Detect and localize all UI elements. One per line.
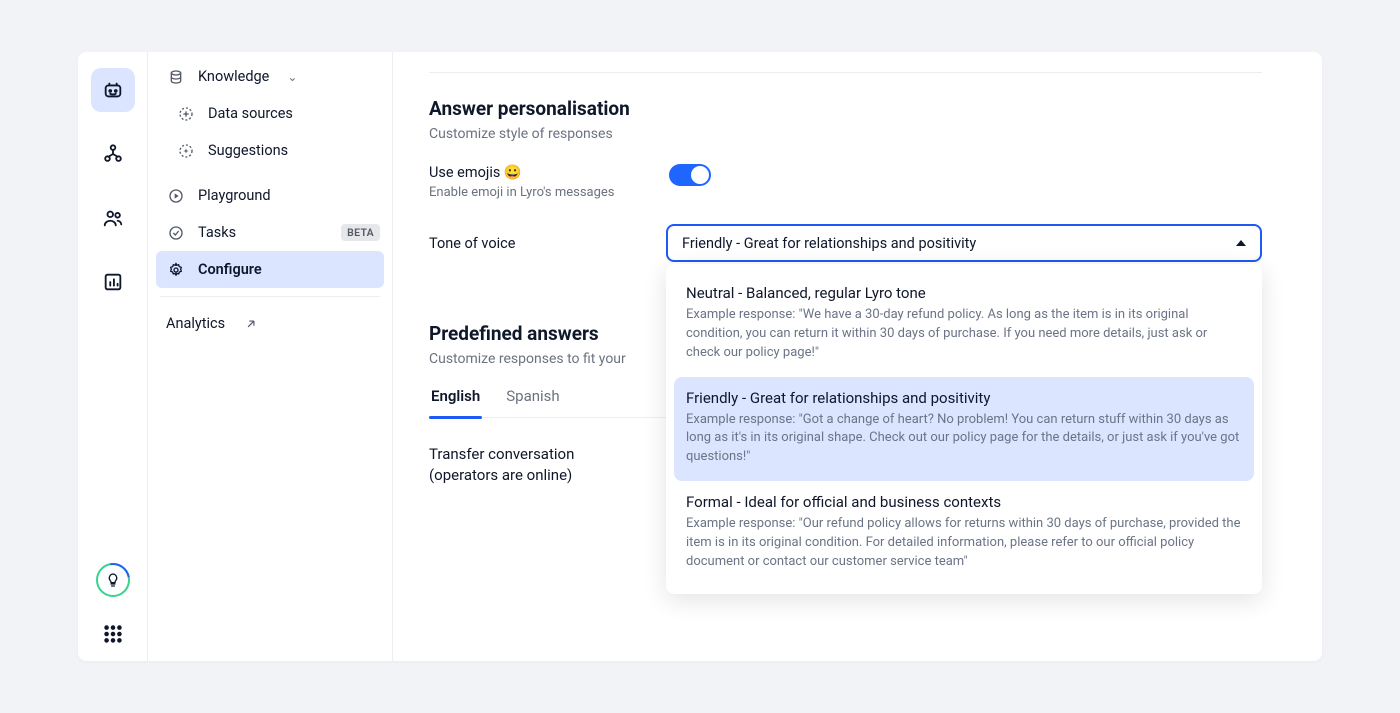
tone-option-title: Formal - Ideal for official and business… — [686, 493, 1242, 511]
sidebar-item-data-sources[interactable]: Data sources — [148, 95, 392, 132]
tone-select-value: Friendly - Great for relationships and p… — [682, 235, 976, 252]
sidebar-item-label: Tasks — [198, 224, 236, 241]
rail-network-icon[interactable] — [91, 132, 135, 176]
tone-option-example: Example response: "We have a 30-day refu… — [686, 306, 1242, 363]
sidebar-item-label: Data sources — [208, 105, 293, 122]
sidebar-item-tasks[interactable]: Tasks BETA — [148, 214, 392, 251]
rail-hint-icon[interactable] — [96, 563, 130, 597]
sidebar-item-label: Suggestions — [208, 142, 288, 159]
sidebar-item-configure[interactable]: Configure — [156, 251, 384, 288]
rail-apps-icon[interactable] — [91, 617, 135, 651]
rail-users-icon[interactable] — [91, 196, 135, 240]
sidebar-item-label: Configure — [198, 261, 262, 278]
tone-option-title: Friendly - Great for relationships and p… — [686, 389, 1242, 407]
sidebar-item-label: Knowledge — [198, 68, 269, 85]
tone-select[interactable]: Friendly - Great for relationships and p… — [666, 224, 1262, 262]
play-icon — [166, 188, 186, 204]
tone-option-neutral[interactable]: Neutral - Balanced, regular Lyro tone Ex… — [674, 272, 1254, 377]
transfer-conversation-label: Transfer conversation (operators are onl… — [429, 444, 619, 486]
beta-badge: BETA — [341, 224, 380, 241]
sidebar-item-knowledge[interactable]: Knowledge ⌄ — [148, 58, 392, 95]
tone-dropdown: Neutral - Balanced, regular Lyro tone Ex… — [666, 264, 1262, 594]
rail-bot-icon[interactable] — [91, 68, 135, 112]
chevron-down-icon: ⌄ — [287, 70, 297, 84]
emoji-setting-hint: Enable emoji in Lyro's messages — [429, 185, 629, 200]
sidebar-item-suggestions[interactable]: Suggestions — [148, 132, 392, 169]
gear-icon — [166, 262, 186, 278]
plus-circle-icon — [176, 106, 196, 122]
sparkle-icon — [176, 143, 196, 159]
rail-chart-icon[interactable] — [91, 260, 135, 304]
icon-rail — [78, 52, 148, 661]
tone-setting-label: Tone of voice — [429, 235, 626, 252]
check-circle-icon — [166, 225, 186, 241]
sidebar-item-playground[interactable]: Playground — [148, 177, 392, 214]
sidebar-item-analytics[interactable]: Analytics — [148, 305, 392, 342]
tab-spanish[interactable]: Spanish — [504, 377, 561, 417]
knowledge-icon — [166, 69, 186, 85]
emoji-setting-label: Use emojis 😀 — [429, 164, 629, 181]
emoji-toggle[interactable] — [669, 164, 711, 186]
section-title-personalisation: Answer personalisation — [429, 97, 1262, 120]
caret-up-icon — [1236, 240, 1246, 246]
section-subtitle-personalisation: Customize style of responses — [429, 126, 1262, 142]
tone-option-title: Neutral - Balanced, regular Lyro tone — [686, 284, 1242, 302]
tone-option-example: Example response: "Our refund policy all… — [686, 515, 1242, 572]
external-link-icon — [241, 317, 261, 331]
tab-english[interactable]: English — [429, 377, 482, 417]
tone-option-formal[interactable]: Formal - Ideal for official and business… — [674, 481, 1254, 586]
sidebar: Knowledge ⌄ Data sources Suggestions Pla… — [148, 52, 393, 661]
sidebar-item-label: Analytics — [166, 315, 225, 332]
main-content: Answer personalisation Customize style o… — [393, 52, 1322, 661]
sidebar-item-label: Playground — [198, 187, 271, 204]
tone-option-friendly[interactable]: Friendly - Great for relationships and p… — [674, 377, 1254, 482]
tone-option-example: Example response: "Got a change of heart… — [686, 411, 1242, 468]
